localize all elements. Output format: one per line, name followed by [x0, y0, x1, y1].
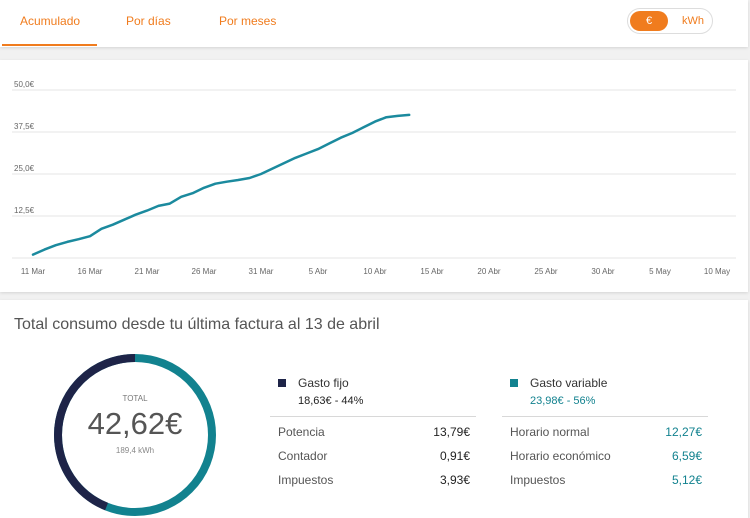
variable-row-value: 12,27€ [665, 425, 702, 439]
variable-legend-swatch [510, 379, 518, 387]
fijo-row: Contador 0,91€ [278, 449, 470, 465]
fijo-row: Potencia 13,79€ [278, 425, 470, 441]
fijo-row-label: Impuestos [278, 473, 334, 487]
donut-total-label: TOTAL [122, 394, 148, 403]
x-tick-label: 15 Abr [420, 267, 443, 276]
fijo-row-label: Contador [278, 449, 328, 463]
variable-subtitle: 23,98€ - 56% [530, 395, 596, 407]
cumulative-cost-line [31, 113, 411, 256]
variable-row-label: Horario normal [510, 425, 590, 439]
donut-total-amount: 42,62€ [87, 406, 183, 441]
consumption-summary-card: Total consumo desde tu última factura al… [0, 300, 748, 518]
variable-row-value: 5,12€ [671, 473, 702, 487]
summary-title: Total consumo desde tu última factura al… [14, 316, 380, 333]
y-tick-label: 50,0€ [14, 80, 35, 89]
variable-row-label: Impuestos [510, 473, 566, 487]
y-tick-label: 37,5€ [14, 122, 35, 131]
x-tick-label: 21 Mar [135, 267, 160, 276]
x-tick-label: 10 May [704, 267, 730, 276]
variable-row: Horario económico 6,59€ [510, 449, 702, 465]
fijo-title: Gasto fijo [298, 376, 349, 390]
x-tick-label: 11 Mar [21, 267, 46, 276]
x-tick-label: 31 Mar [249, 267, 274, 276]
variable-divider [502, 416, 708, 417]
unit-toggle-euro[interactable]: € [630, 11, 668, 31]
x-tick-label: 5 Abr [309, 267, 328, 276]
fijo-row-value: 0,91€ [439, 449, 470, 463]
fijo-legend-swatch [278, 379, 286, 387]
variable-breakdown: Gasto variable 23,98€ - 56% Horario norm… [502, 376, 708, 487]
tab-por-meses[interactable]: Por meses [219, 14, 276, 28]
tab-acumulado[interactable]: Acumulado [20, 14, 80, 28]
x-tick-label: 16 Mar [78, 267, 103, 276]
x-tick-label: 5 May [649, 267, 671, 276]
x-tick-label: 10 Abr [363, 267, 386, 276]
variable-row-value: 6,59€ [671, 449, 702, 463]
view-tabs-bar: Acumulado Por días Por meses € kWh [0, 0, 748, 47]
fijo-row-label: Potencia [278, 425, 325, 439]
donut-total-kwh: 189,4 kWh [115, 446, 155, 455]
x-tick-label: 30 Abr [591, 267, 614, 276]
variable-row: Horario normal 12,27€ [510, 425, 702, 441]
y-tick-label: 25,0€ [14, 164, 35, 173]
fijo-divider [270, 416, 476, 417]
x-tick-label: 26 Mar [192, 267, 217, 276]
x-tick-label: 25 Abr [534, 267, 557, 276]
variable-title: Gasto variable [530, 376, 608, 390]
fijo-subtitle: 18,63€ - 44% [298, 395, 364, 407]
cumulative-chart-card: 50,0€ 37,5€ 25,0€ 12,5€ 11 Mar 16 Mar 21 Mar 26… [0, 60, 748, 292]
fijo-row-value: 13,79€ [433, 425, 470, 439]
y-tick-label: 12,5€ [14, 206, 35, 215]
fijo-breakdown: Gasto fijo 18,63€ - 44% Potencia 13,79€ … [270, 376, 476, 487]
fijo-row: Impuestos 3,93€ [278, 473, 470, 489]
x-tick-label: 20 Abr [477, 267, 500, 276]
unit-toggle[interactable]: € kWh [627, 8, 713, 34]
unit-toggle-kwh[interactable]: kWh [678, 11, 708, 31]
active-tab-indicator [2, 44, 97, 46]
cumulative-line-chart: 50,0€ 37,5€ 25,0€ 12,5€ 11 Mar 16 Mar 21 Mar 26… [12, 80, 736, 276]
variable-row: Impuestos 5,12€ [510, 473, 702, 489]
fijo-row-value: 3,93€ [439, 473, 470, 487]
tab-por-dias[interactable]: Por días [126, 14, 171, 28]
variable-row-label: Horario económico [510, 449, 611, 463]
